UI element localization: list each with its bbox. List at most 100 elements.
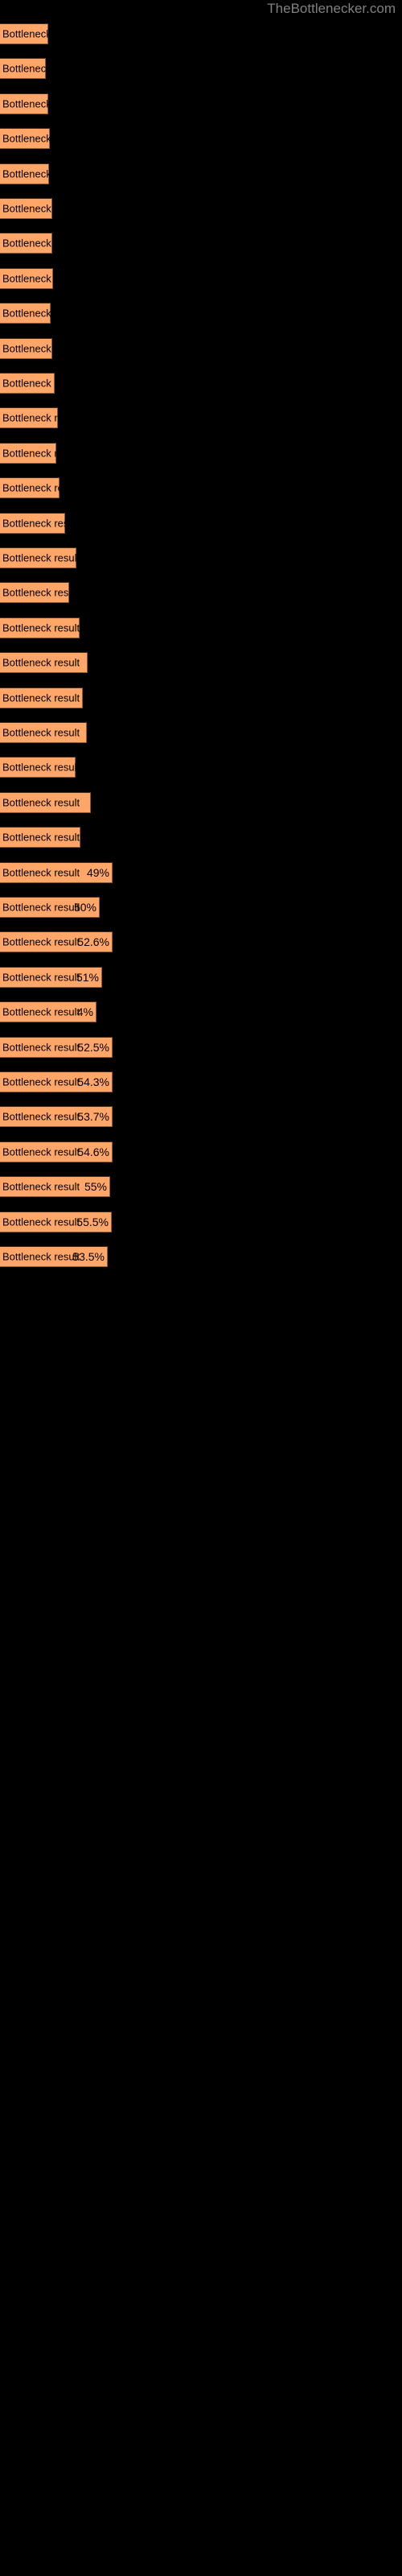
bar[interactable]: Bottleneck result xyxy=(0,373,80,394)
bar-row: Bottleneck result xyxy=(0,373,402,394)
bar[interactable]: Bottleneck result xyxy=(0,791,91,813)
bar-label: Bottleneck result xyxy=(2,761,80,774)
bar-label: Bottleneck result xyxy=(2,1250,80,1263)
bar[interactable]: Bottleneck result xyxy=(0,442,80,464)
bar-label: Bottleneck result xyxy=(2,726,80,739)
bar-label: Bottleneck result xyxy=(2,132,80,145)
bar[interactable]: Bottleneck result 54.6% xyxy=(0,1141,113,1162)
bar[interactable]: Bottleneck result xyxy=(0,407,80,429)
bar-row: Bottleneck result 55% xyxy=(0,1176,402,1198)
bar-value-label: 55.5% xyxy=(76,1215,109,1228)
bar-row: Bottleneck result xyxy=(0,442,402,464)
bar[interactable]: Bottleneck result xyxy=(0,163,80,184)
bar[interactable]: Bottleneck result 51% xyxy=(0,966,102,988)
plot-clip-area: Bottleneck result Bottleneck result Bottle… xyxy=(0,0,402,2576)
bar-label: Bottleneck result xyxy=(2,1180,80,1193)
bar[interactable]: Bottleneck result 4% xyxy=(0,1001,96,1023)
bar-label: Bottleneck result xyxy=(2,1005,80,1018)
bar-label: Bottleneck result xyxy=(2,971,80,984)
bottleneck-chart-root: TheBottlenecker.com Bottleneck result Bot… xyxy=(0,0,402,2576)
bar-label: Bottleneck result xyxy=(2,411,80,424)
bar-label: Bottleneck result xyxy=(2,377,80,390)
bar[interactable]: Bottleneck result xyxy=(0,267,80,289)
bar-row: Bottleneck result xyxy=(0,582,402,604)
bar-label: Bottleneck result xyxy=(2,307,80,320)
bar[interactable]: Bottleneck result 55.5% xyxy=(0,1211,112,1232)
bar[interactable]: Bottleneck result 49% xyxy=(0,861,113,883)
bar-label: Bottleneck result xyxy=(2,1110,80,1123)
bar-value-label: 50% xyxy=(73,901,96,914)
bar-row: Bottleneck result xyxy=(0,687,402,708)
bar-row: Bottleneck result 51% xyxy=(0,966,402,988)
bar-value-label: 54.3% xyxy=(77,1075,109,1088)
bar[interactable]: Bottleneck result 55% xyxy=(0,1176,110,1198)
bar-row: Bottleneck result xyxy=(0,757,402,778)
bar-row: Bottleneck result xyxy=(0,23,402,44)
bar[interactable]: Bottleneck result 50% xyxy=(0,897,100,918)
bar-row: Bottleneck result xyxy=(0,198,402,219)
bar[interactable]: Bottleneck result xyxy=(0,477,80,499)
bar-row: Bottleneck result xyxy=(0,267,402,289)
bar-label: Bottleneck result xyxy=(2,551,80,564)
bar[interactable]: Bottleneck result 53.5% xyxy=(0,1246,108,1267)
bar-row: Bottleneck result xyxy=(0,827,402,848)
bar-row: Bottleneck result 55.5% xyxy=(0,1211,402,1232)
bar-row: Bottleneck result xyxy=(0,652,402,674)
bar-value-label: 54.6% xyxy=(77,1145,109,1158)
bar[interactable]: Bottleneck result 52.6% xyxy=(0,931,113,953)
bar[interactable]: Bottleneck result xyxy=(0,233,80,254)
bar-label: Bottleneck result xyxy=(2,1041,80,1054)
bar[interactable]: Bottleneck result xyxy=(0,757,80,778)
bar[interactable]: Bottleneck result xyxy=(0,582,80,604)
bar[interactable]: Bottleneck result xyxy=(0,722,87,743)
bar-row: Bottleneck result 49% xyxy=(0,861,402,883)
bar-label: Bottleneck result xyxy=(2,901,80,914)
bar-row: Bottleneck result xyxy=(0,128,402,150)
bar-row: Bottleneck result 50% xyxy=(0,897,402,918)
bar[interactable]: Bottleneck result xyxy=(0,58,80,80)
bar[interactable]: Bottleneck result xyxy=(0,827,80,848)
bar-label: Bottleneck result xyxy=(2,447,80,460)
bar-row: Bottleneck result xyxy=(0,547,402,568)
bar-value-label: 51% xyxy=(76,970,99,984)
bar[interactable]: Bottleneck result xyxy=(0,512,80,534)
bar-label: Bottleneck result xyxy=(2,656,80,669)
bar-row: Bottleneck result xyxy=(0,163,402,184)
bar-label: Bottleneck result xyxy=(2,97,80,110)
bar-label: Bottleneck result xyxy=(2,1075,80,1088)
bar[interactable]: Bottleneck result xyxy=(0,23,80,44)
bar-label: Bottleneck result xyxy=(2,866,80,879)
bar-value-label: 4% xyxy=(76,1005,93,1019)
bar[interactable]: Bottleneck result xyxy=(0,617,80,638)
bar-label: Bottleneck result xyxy=(2,342,80,355)
bar-value-label: 53.5% xyxy=(72,1250,105,1263)
bar-row: Bottleneck result xyxy=(0,617,402,638)
bar-label: Bottleneck result xyxy=(2,202,80,215)
bar[interactable]: Bottleneck result xyxy=(0,337,80,359)
bar-row: Bottleneck result xyxy=(0,791,402,813)
bar-label: Bottleneck result xyxy=(2,481,80,494)
bar-row: Bottleneck result xyxy=(0,58,402,80)
bar[interactable]: Bottleneck result 54.3% xyxy=(0,1071,113,1092)
bar-label: Bottleneck result xyxy=(2,796,80,809)
bar-row: Bottleneck result 53.5% xyxy=(0,1246,402,1267)
bar-label: Bottleneck result xyxy=(2,167,80,180)
bar[interactable]: Bottleneck result xyxy=(0,547,80,568)
bar[interactable]: Bottleneck result 52.5% xyxy=(0,1036,113,1058)
bar-label: Bottleneck result xyxy=(2,62,80,75)
bar[interactable]: Bottleneck result xyxy=(0,128,80,150)
bar[interactable]: Bottleneck result xyxy=(0,303,80,324)
bar-row: Bottleneck result 52.5% xyxy=(0,1036,402,1058)
bar[interactable]: Bottleneck result xyxy=(0,652,88,674)
bar[interactable]: Bottleneck result xyxy=(0,198,80,219)
bar-value-label: 55% xyxy=(84,1180,107,1194)
bar-row: Bottleneck result 54.3% xyxy=(0,1071,402,1092)
bar-row: Bottleneck result xyxy=(0,337,402,359)
bar[interactable]: Bottleneck result xyxy=(0,687,83,708)
bar[interactable]: Bottleneck result xyxy=(0,93,80,114)
bar-label: Bottleneck result xyxy=(2,1216,80,1228)
bar-row: Bottleneck result 4% xyxy=(0,1001,402,1023)
bar-row: Bottleneck result xyxy=(0,512,402,534)
bar-label: Bottleneck result xyxy=(2,237,80,250)
bar[interactable]: Bottleneck result 53.7% xyxy=(0,1106,113,1128)
